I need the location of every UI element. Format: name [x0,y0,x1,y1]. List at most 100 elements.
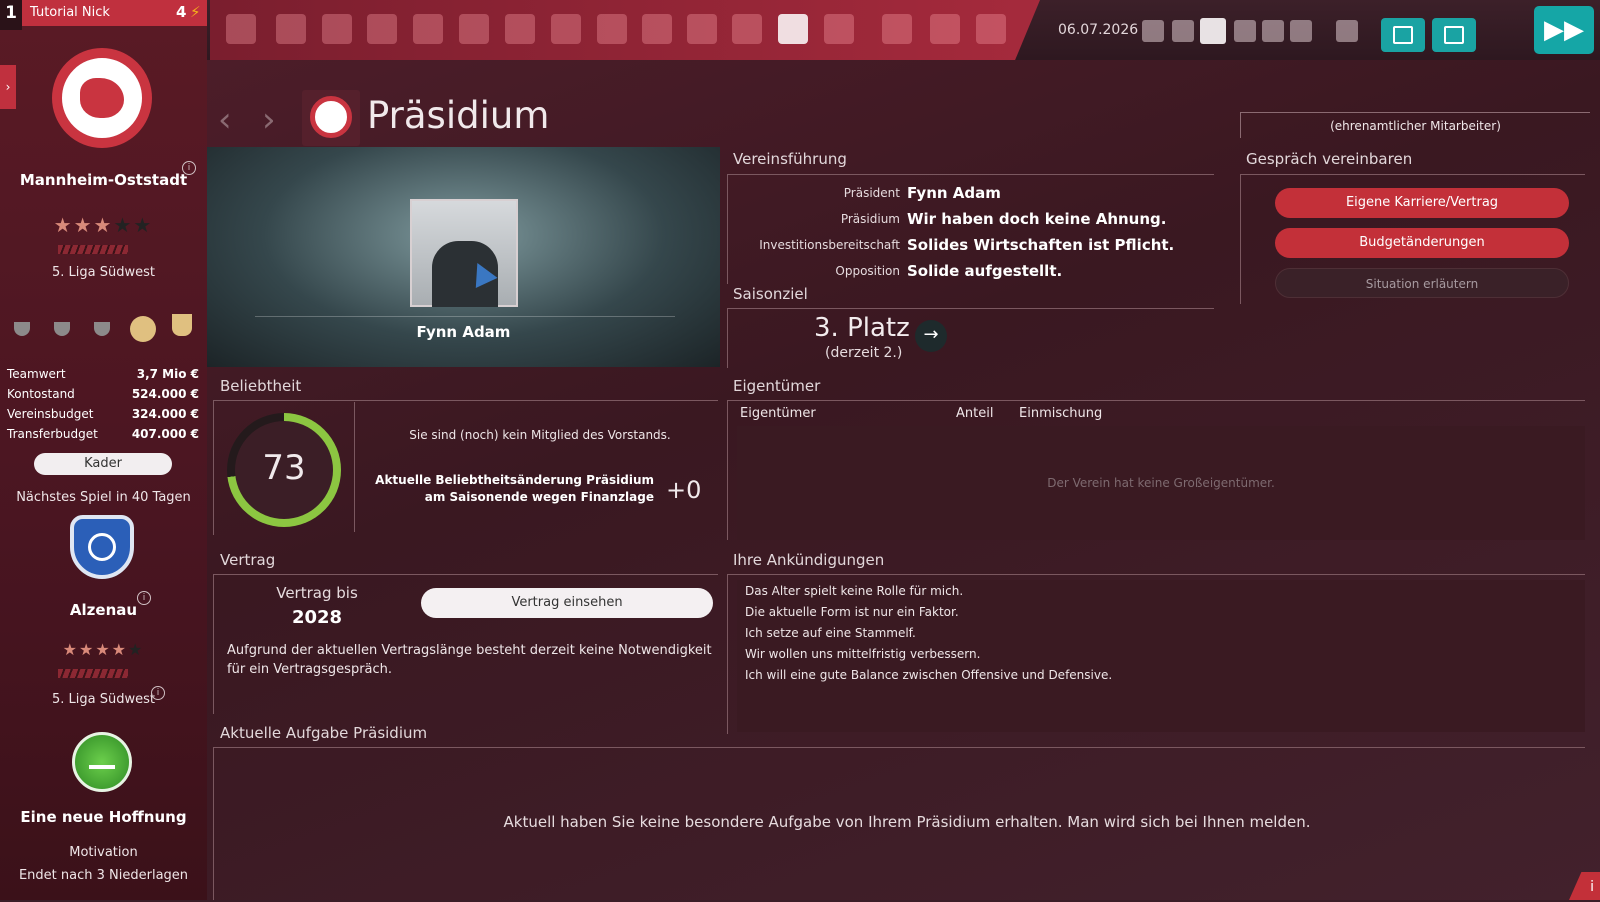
academy-icon[interactable] [1142,20,1164,42]
office-icon[interactable] [226,14,256,44]
calendar-day-icon [1393,26,1413,44]
training-pitch-icon[interactable] [882,14,912,44]
motivation-note: Endet nach 3 Niederlagen [18,868,189,883]
tactics-icon[interactable] [930,14,960,44]
career-contract-button[interactable]: Eigene Karriere/Vertrag [1275,188,1569,218]
info-icon[interactable]: i [182,161,196,175]
opponent-name[interactable]: Alzenau [0,601,207,619]
announcement-item: Ich setze auf eine Stammelf. [745,626,916,640]
lineup-icon[interactable] [322,14,352,44]
club-rank-bar [58,245,128,254]
owners-empty-note: Der Verein hat keine Großeigentümer. [1047,476,1275,490]
continue-button[interactable]: ▶▶ [1534,6,1594,54]
announcements-title: Ihre Ankündigungen [733,551,885,569]
season-goal: 3. Platz [814,313,910,343]
leadership-value: Fynn Adam [907,184,1001,202]
main-navigation [210,0,1040,60]
page-title: Präsidium [367,94,550,137]
youth-icon[interactable] [824,14,854,44]
month-calendar-button[interactable] [1432,18,1476,52]
owners-column-interference[interactable]: Einmischung [1019,406,1102,421]
stadium-icon[interactable] [551,14,581,44]
info-icon[interactable]: i [137,591,151,605]
dragon-icon [80,78,124,118]
fast-forward-icon: ▶▶ [1544,15,1584,45]
squad-button[interactable]: Kader [34,453,172,475]
back-arrow-icon[interactable]: ‹ [218,100,232,140]
leadership-label: Präsidium [840,212,900,226]
finance-row-kontostand: Kontostand 524.000 € [7,387,199,401]
divider [255,316,675,317]
achievements-icon[interactable] [1290,20,1312,42]
opponent-league: 5. Liga Südwest [52,692,155,707]
finance-row-teamwert: Teamwert 3,7 Mio € [7,367,199,381]
week-calendar-button[interactable] [1381,18,1425,52]
season-goal-title: Saisonziel [733,285,808,303]
manager-slot: 1 [0,0,22,30]
expand-left-tab[interactable]: › [0,65,16,109]
opponent-rank-bar [58,669,128,678]
task-text: Aktuell haben Sie keine besondere Aufgab… [503,813,1311,831]
search-icon[interactable] [1262,20,1284,42]
finance-row-transferbudget: Transferbudget 407.000 € [7,427,199,441]
finances-icon[interactable] [642,14,672,44]
info-icon[interactable]: i [151,686,165,700]
popularity-change-value: +0 [666,476,702,504]
leadership-label: Präsident [843,186,900,200]
fans-icon[interactable] [597,14,627,44]
merchandise-icon[interactable] [732,14,762,44]
scouting-icon[interactable] [459,14,489,44]
forward-arrow-icon[interactable]: › [262,100,276,140]
medal-icon [130,316,156,342]
board-membership-note: Sie sind (noch) kein Mitglied des Vorsta… [409,428,671,442]
wheel-icon [88,533,116,561]
season-goal-current: (derzeit 2.) [825,345,903,361]
task-title: Aktuelle Aufgabe Präsidium [220,724,428,742]
club-league: 5. Liga Südwest [52,265,155,280]
calendar-icon[interactable] [505,14,535,44]
manager-name: Tutorial Nick [30,5,110,20]
owners-column-owner[interactable]: Eigentümer [740,406,816,421]
president-name: Fynn Adam [416,323,511,341]
budget-changes-button[interactable]: Budgetänderungen [1275,228,1569,258]
gear-icon[interactable] [1336,20,1358,42]
popularity-change-label: Aktuelle Beliebtheitsänderung Präsidium … [375,473,654,504]
club-name[interactable]: Mannheim-Oststadt [0,171,207,189]
announcement-item: Die aktuelle Form ist nur ein Faktor. [745,605,959,619]
arrow-right-icon[interactable]: → [915,320,947,352]
sunrise-icon [72,732,132,792]
opponent-stars: ★★★★★ [62,640,145,659]
popularity-value: 73 [262,448,306,488]
club-crest-icon[interactable] [52,48,152,148]
calendar-month-icon [1444,26,1464,44]
view-contract-button[interactable]: Vertrag einsehen [421,588,713,618]
contract-until-label: Vertrag bis [276,584,358,602]
president-portrait[interactable] [410,199,518,307]
cup-icon [172,314,192,336]
bolt-icon: ⚡ [190,3,201,21]
leadership-label: Investitionsbereitschaft [759,238,900,252]
tactics-board-icon[interactable] [1172,20,1194,42]
explain-situation-button[interactable]: Situation erläutern [1275,268,1569,298]
squad-icon[interactable] [276,14,306,44]
speed-icon[interactable] [1234,20,1256,42]
staff-tab[interactable]: (ehrenamtlicher Mitarbeiter) [1240,112,1590,138]
person-icon[interactable] [976,14,1006,44]
medical-icon[interactable] [413,14,443,44]
sponsors-icon[interactable] [687,14,717,44]
meeting-title: Gespräch vereinbaren [1246,150,1413,168]
announcement-item: Wir wollen uns mittelfristig verbessern. [745,647,981,661]
club-crest-icon [302,90,360,146]
club-stars: ★★★★★ [53,213,154,237]
board-icon[interactable] [778,14,808,44]
owners-column-share[interactable]: Anteil [956,406,993,421]
opponent-crest-icon[interactable] [70,515,134,579]
season-goal-panel [727,308,1214,368]
motivation-title: Eine neue Hoffnung [20,808,187,826]
manager-badge: 4 [176,3,187,21]
statistics-icon[interactable] [1200,18,1226,44]
staff-icon[interactable] [367,14,397,44]
contract-note: Aufgrund der aktuellen Vertragslänge bes… [227,643,712,677]
contract-title: Vertrag [220,551,276,569]
divider [354,402,355,532]
